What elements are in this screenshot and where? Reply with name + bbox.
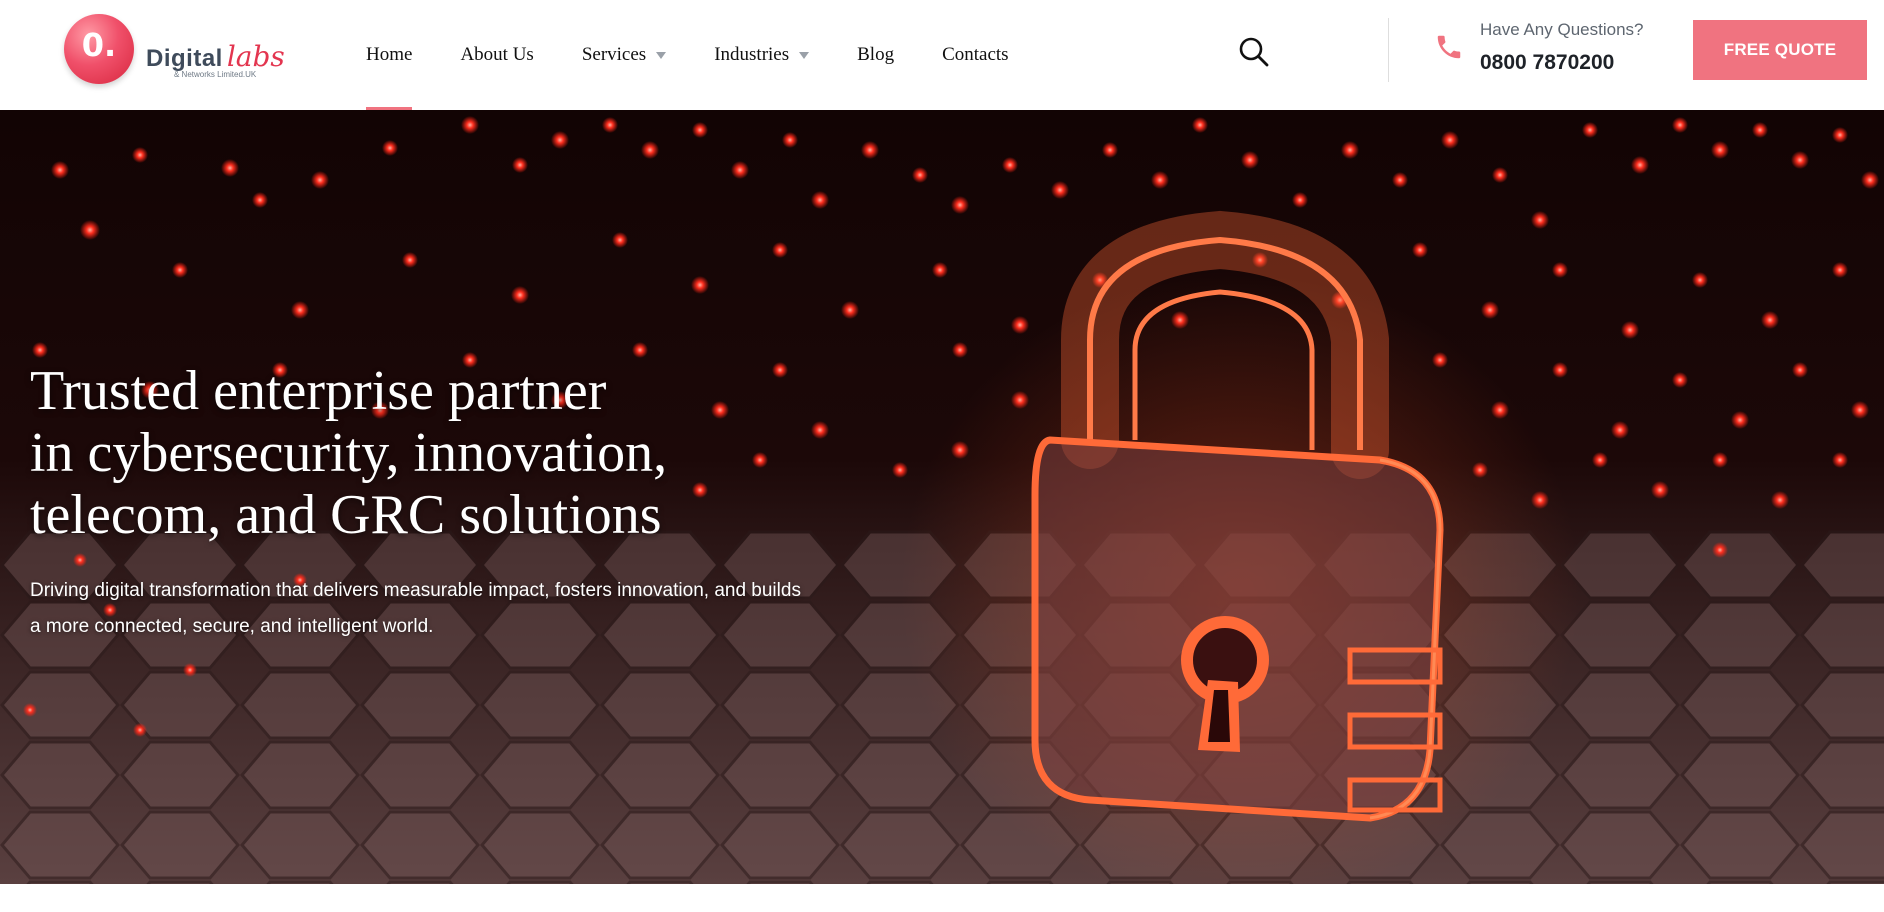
logo-tagline: & Networks Limited.UK [174, 70, 257, 79]
nav-item-home[interactable]: Home [366, 0, 413, 110]
nav-item-label: Industries [714, 44, 790, 65]
logo-word-digital: Digital [146, 45, 223, 72]
nav-item-label: Services [581, 44, 647, 65]
site-header: 0. Digital labs & Networks Limited.UK Hom… [0, 0, 1884, 110]
nav-item-services[interactable]: Services [581, 0, 667, 110]
nav-item-contacts[interactable]: Contacts [942, 0, 1009, 110]
nav-item-label: Blog [857, 44, 895, 65]
search-icon [1239, 37, 1269, 67]
logo-word-labs: labs [226, 40, 285, 73]
main-nav: Home About Us Services Industries Blog C… [366, 0, 1057, 110]
logo-mark-glyph: 0. [81, 26, 117, 64]
nav-item-industries[interactable]: Industries [714, 0, 810, 110]
contact-question: Have Any Questions? [1480, 20, 1644, 39]
logo-mark: 0. [64, 14, 134, 84]
hero-heading-line: in cybersecurity, innovation, [30, 422, 668, 484]
nav-item-label: Home [366, 44, 413, 65]
contact-phone-number[interactable]: 0800 7870200 [1480, 51, 1614, 75]
hero-subheading-line: a more connected, secure, and intelligen… [30, 616, 434, 637]
nav-item-blog[interactable]: Blog [857, 0, 894, 110]
logo-wordmark: Digital labs [146, 40, 285, 73]
search-button[interactable] [1236, 34, 1272, 70]
hero-heading-line: telecom, and GRC solutions [30, 484, 662, 546]
hero-heading-line: Trusted enterprise partner [30, 360, 607, 422]
hero-banner: Trusted enterprise partner in cybersecur… [0, 110, 1884, 884]
hero-heading: Trusted enterprise partner in cybersecur… [30, 360, 870, 546]
nav-item-label: Contacts [942, 44, 1009, 65]
hero-subheading-line: Driving digital transformation that deli… [30, 580, 801, 601]
free-quote-button[interactable]: FREE QUOTE [1693, 20, 1867, 80]
phone-icon [1434, 32, 1464, 62]
hero-subheading: Driving digital transformation that deli… [30, 573, 930, 645]
chevron-down-icon [656, 51, 667, 59]
chevron-down-icon [799, 51, 810, 59]
logo[interactable]: 0. Digital labs & Networks Limited.UK [48, 12, 288, 92]
header-divider [1388, 18, 1389, 82]
nav-item-about-us[interactable]: About Us [460, 0, 533, 110]
nav-item-label: About Us [460, 44, 534, 65]
